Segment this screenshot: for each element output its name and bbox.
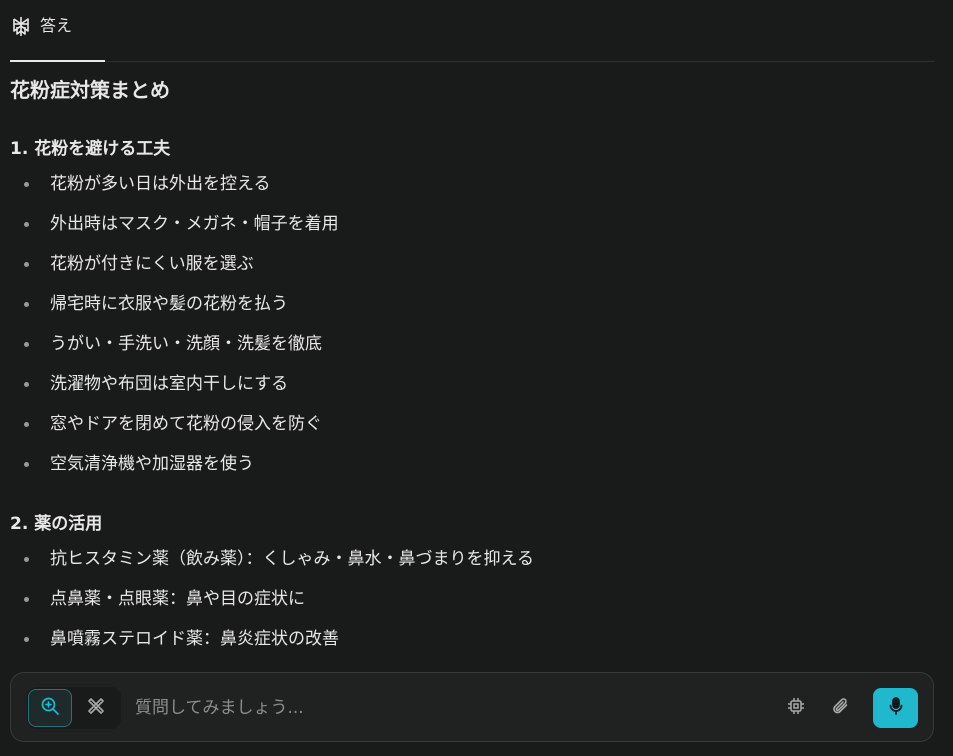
list-item: 外出時はマスク・メガネ・帽子を着用: [10, 204, 339, 244]
list-item: 帰宅時に衣服や髪の花粉を払う: [10, 284, 339, 324]
list-item: 窓やドアを閉めて花粉の侵入を防ぐ: [10, 404, 339, 444]
bullet: [24, 557, 29, 562]
search-mode-button[interactable]: [28, 689, 72, 727]
research-mode-button[interactable]: [74, 689, 118, 727]
list-item-text: うがい・手洗い・洗顔・洗髪を徹底: [50, 334, 322, 354]
tab-answer-label: 答え: [40, 16, 73, 35]
paperclip-icon: [831, 696, 851, 720]
list-item-text: 空気清浄機や加湿器を使う: [50, 454, 254, 474]
list-item-text: 花粉が付きにくい服を選ぶ: [50, 254, 254, 274]
answer-title: 花粉症対策まとめ: [10, 78, 170, 102]
list-item-text: 花粉が多い日は外出を控える: [50, 174, 271, 194]
tab-bar: 答え: [10, 0, 935, 62]
model-chip-button[interactable]: [781, 693, 811, 723]
medication-list: 抗ヒスタミン薬（飲み薬）：くしゃみ・鼻水・鼻づまりを抑える 点鼻薬・点眼薬：鼻や…: [10, 539, 534, 659]
chip-icon: [786, 696, 806, 720]
list-item: 抗ヒスタミン薬（飲み薬）：くしゃみ・鼻水・鼻づまりを抑える: [10, 539, 534, 579]
bullet: [24, 182, 29, 187]
mode-toggle: [27, 687, 121, 729]
list-item: うがい・手洗い・洗顔・洗髪を徹底: [10, 324, 339, 364]
bullet: [24, 262, 29, 267]
bullet: [24, 342, 29, 347]
tab-answer[interactable]: 答え: [10, 0, 105, 61]
content-fade: [10, 646, 935, 672]
section-heading-medication: 2. 薬の活用: [10, 514, 103, 534]
voice-input-button[interactable]: [873, 688, 918, 728]
bullet: [24, 597, 29, 602]
list-item: 点鼻薬・点眼薬：鼻や目の症状に: [10, 579, 534, 619]
list-item-text: 洗濯物や布団は室内干しにする: [50, 374, 289, 394]
bullet: [24, 302, 29, 307]
list-item-text: 抗ヒスタミン薬（飲み薬）：くしゃみ・鼻水・鼻づまりを抑える: [50, 549, 534, 569]
bullet: [24, 382, 29, 387]
list-item: 花粉が付きにくい服を選ぶ: [10, 244, 339, 284]
list-item: 空気清浄機や加湿器を使う: [10, 444, 339, 484]
avoid-pollen-list: 花粉が多い日は外出を控える 外出時はマスク・メガネ・帽子を着用 花粉が付きにくい…: [10, 164, 339, 484]
answer-content: 花粉症対策まとめ 1. 花粉を避ける工夫 花粉が多い日は外出を控える 外出時はマ…: [10, 62, 935, 672]
microphone-icon: [887, 696, 905, 720]
answer-page: 答え 花粉症対策まとめ 1. 花粉を避ける工夫 花粉が多い日は外出を控える 外出…: [0, 0, 953, 756]
list-item: 洗濯物や布団は室内干しにする: [10, 364, 339, 404]
list-item-text: 外出時はマスク・メガネ・帽子を着用: [50, 214, 339, 234]
search-icon: [40, 696, 60, 720]
section-heading-avoid-pollen: 1. 花粉を避ける工夫: [10, 139, 171, 159]
bullet: [24, 462, 29, 467]
bullet: [24, 422, 29, 427]
list-item-text: 窓やドアを閉めて花粉の侵入を防ぐ: [50, 414, 322, 434]
list-item: 花粉が多い日は外出を控える: [10, 164, 339, 204]
prompt-input[interactable]: [135, 693, 755, 723]
attach-button[interactable]: [826, 693, 856, 723]
list-item-text: 帰宅時に衣服や髪の花粉を払う: [50, 294, 288, 314]
bullet: [24, 222, 29, 227]
composer: [10, 672, 934, 742]
list-item-text: 点鼻薬・点眼薬：鼻や目の症状に: [50, 589, 305, 609]
research-icon: [86, 696, 106, 720]
bullet: [24, 637, 29, 642]
perplexity-logo-icon: [10, 14, 32, 38]
